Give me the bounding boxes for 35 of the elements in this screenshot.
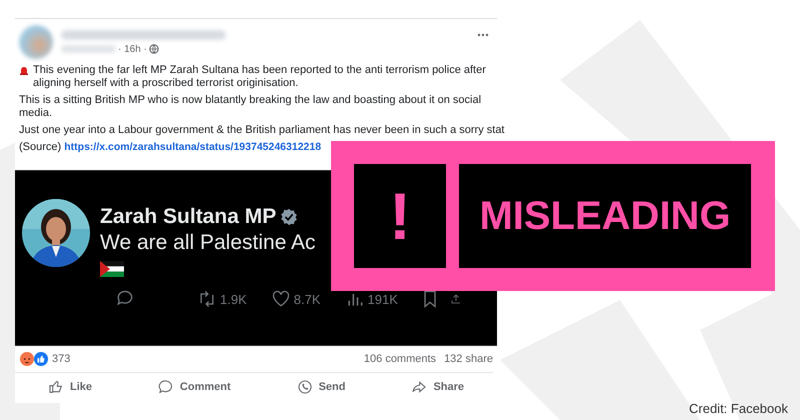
- share-button[interactable]: Share: [403, 375, 472, 399]
- source-link[interactable]: https://x.com/zarahsultana/status/193745246312218: [64, 141, 322, 153]
- credit-text: Credit: Facebook: [689, 401, 788, 416]
- source-label: (Source): [19, 141, 62, 153]
- reaction-count: 373: [52, 353, 70, 365]
- like-button[interactable]: Like: [40, 375, 100, 399]
- post-text: Just one year into a Labour government & the British parliament has never been in such a sorry stat: [19, 124, 504, 136]
- more-icon[interactable]: [477, 33, 489, 37]
- author-name: Zarah Sultana MP: [100, 205, 276, 229]
- verdict-label: MISLEADING: [459, 164, 751, 268]
- share-count[interactable]: 132 share: [444, 353, 493, 365]
- angry-reaction-icon: [20, 352, 34, 366]
- heart-icon[interactable]: [270, 289, 291, 309]
- share-arrow-icon: [411, 379, 428, 395]
- flag-icon: [100, 261, 124, 277]
- like-reaction-icon: [34, 352, 48, 366]
- chat-icon: [296, 379, 313, 395]
- send-button[interactable]: Send: [288, 375, 354, 399]
- thumbs-up-icon: [48, 379, 64, 395]
- siren-icon: [19, 65, 29, 75]
- stat-count: 191K: [368, 292, 398, 306]
- post-text: We are all Palestine Ac: [100, 231, 316, 255]
- post-text: This is a sitting British MP who is now blatantly breaking the law and boasting about it on social media.: [19, 94, 482, 119]
- post-time: · 16h ·: [118, 44, 147, 54]
- blurred-name: [61, 45, 116, 53]
- post-text: This evening the far left MP Zarah Sultana has been reported to the anti terrorism police after aligning herself with a proscribed terrorist originisation.: [33, 64, 487, 90]
- verified-badge-icon: [280, 208, 298, 226]
- globe-icon: [148, 44, 159, 54]
- blurred-avatar: [19, 25, 53, 59]
- comment-icon: [158, 379, 174, 395]
- stat-count: 8.7K: [294, 292, 320, 306]
- comment-count[interactable]: 106 comments: [364, 353, 436, 365]
- stat-count: 1.9K: [220, 292, 247, 306]
- comment-button[interactable]: Comment: [150, 375, 239, 399]
- exclamation-mark: !: [354, 164, 446, 268]
